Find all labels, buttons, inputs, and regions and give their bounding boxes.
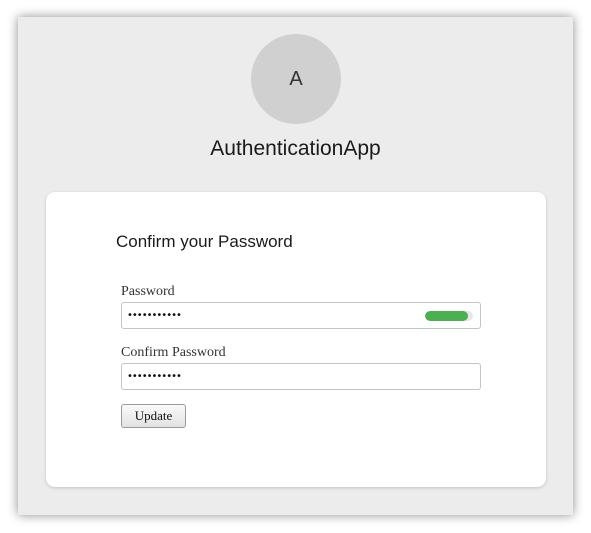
- avatar: A: [251, 34, 341, 124]
- password-strength-meter: [425, 311, 473, 321]
- app-title: AuthenticationApp: [210, 137, 381, 160]
- avatar-initial: A: [289, 67, 303, 90]
- password-input[interactable]: •••••••••••: [121, 302, 481, 329]
- password-value: •••••••••••: [127, 310, 182, 321]
- confirm-password-label: Confirm Password: [121, 345, 226, 360]
- form-title: Confirm your Password: [116, 232, 293, 251]
- confirm-password-card: Confirm your Password Password •••••••••…: [46, 192, 546, 487]
- update-button[interactable]: Update: [121, 404, 186, 428]
- password-strength-fill: [425, 311, 469, 321]
- confirm-password-value: •••••••••••: [127, 371, 182, 382]
- app-window: A AuthenticationApp Confirm your Passwor…: [18, 17, 573, 515]
- confirm-password-input[interactable]: •••••••••••: [121, 363, 481, 390]
- password-label: Password: [121, 284, 175, 299]
